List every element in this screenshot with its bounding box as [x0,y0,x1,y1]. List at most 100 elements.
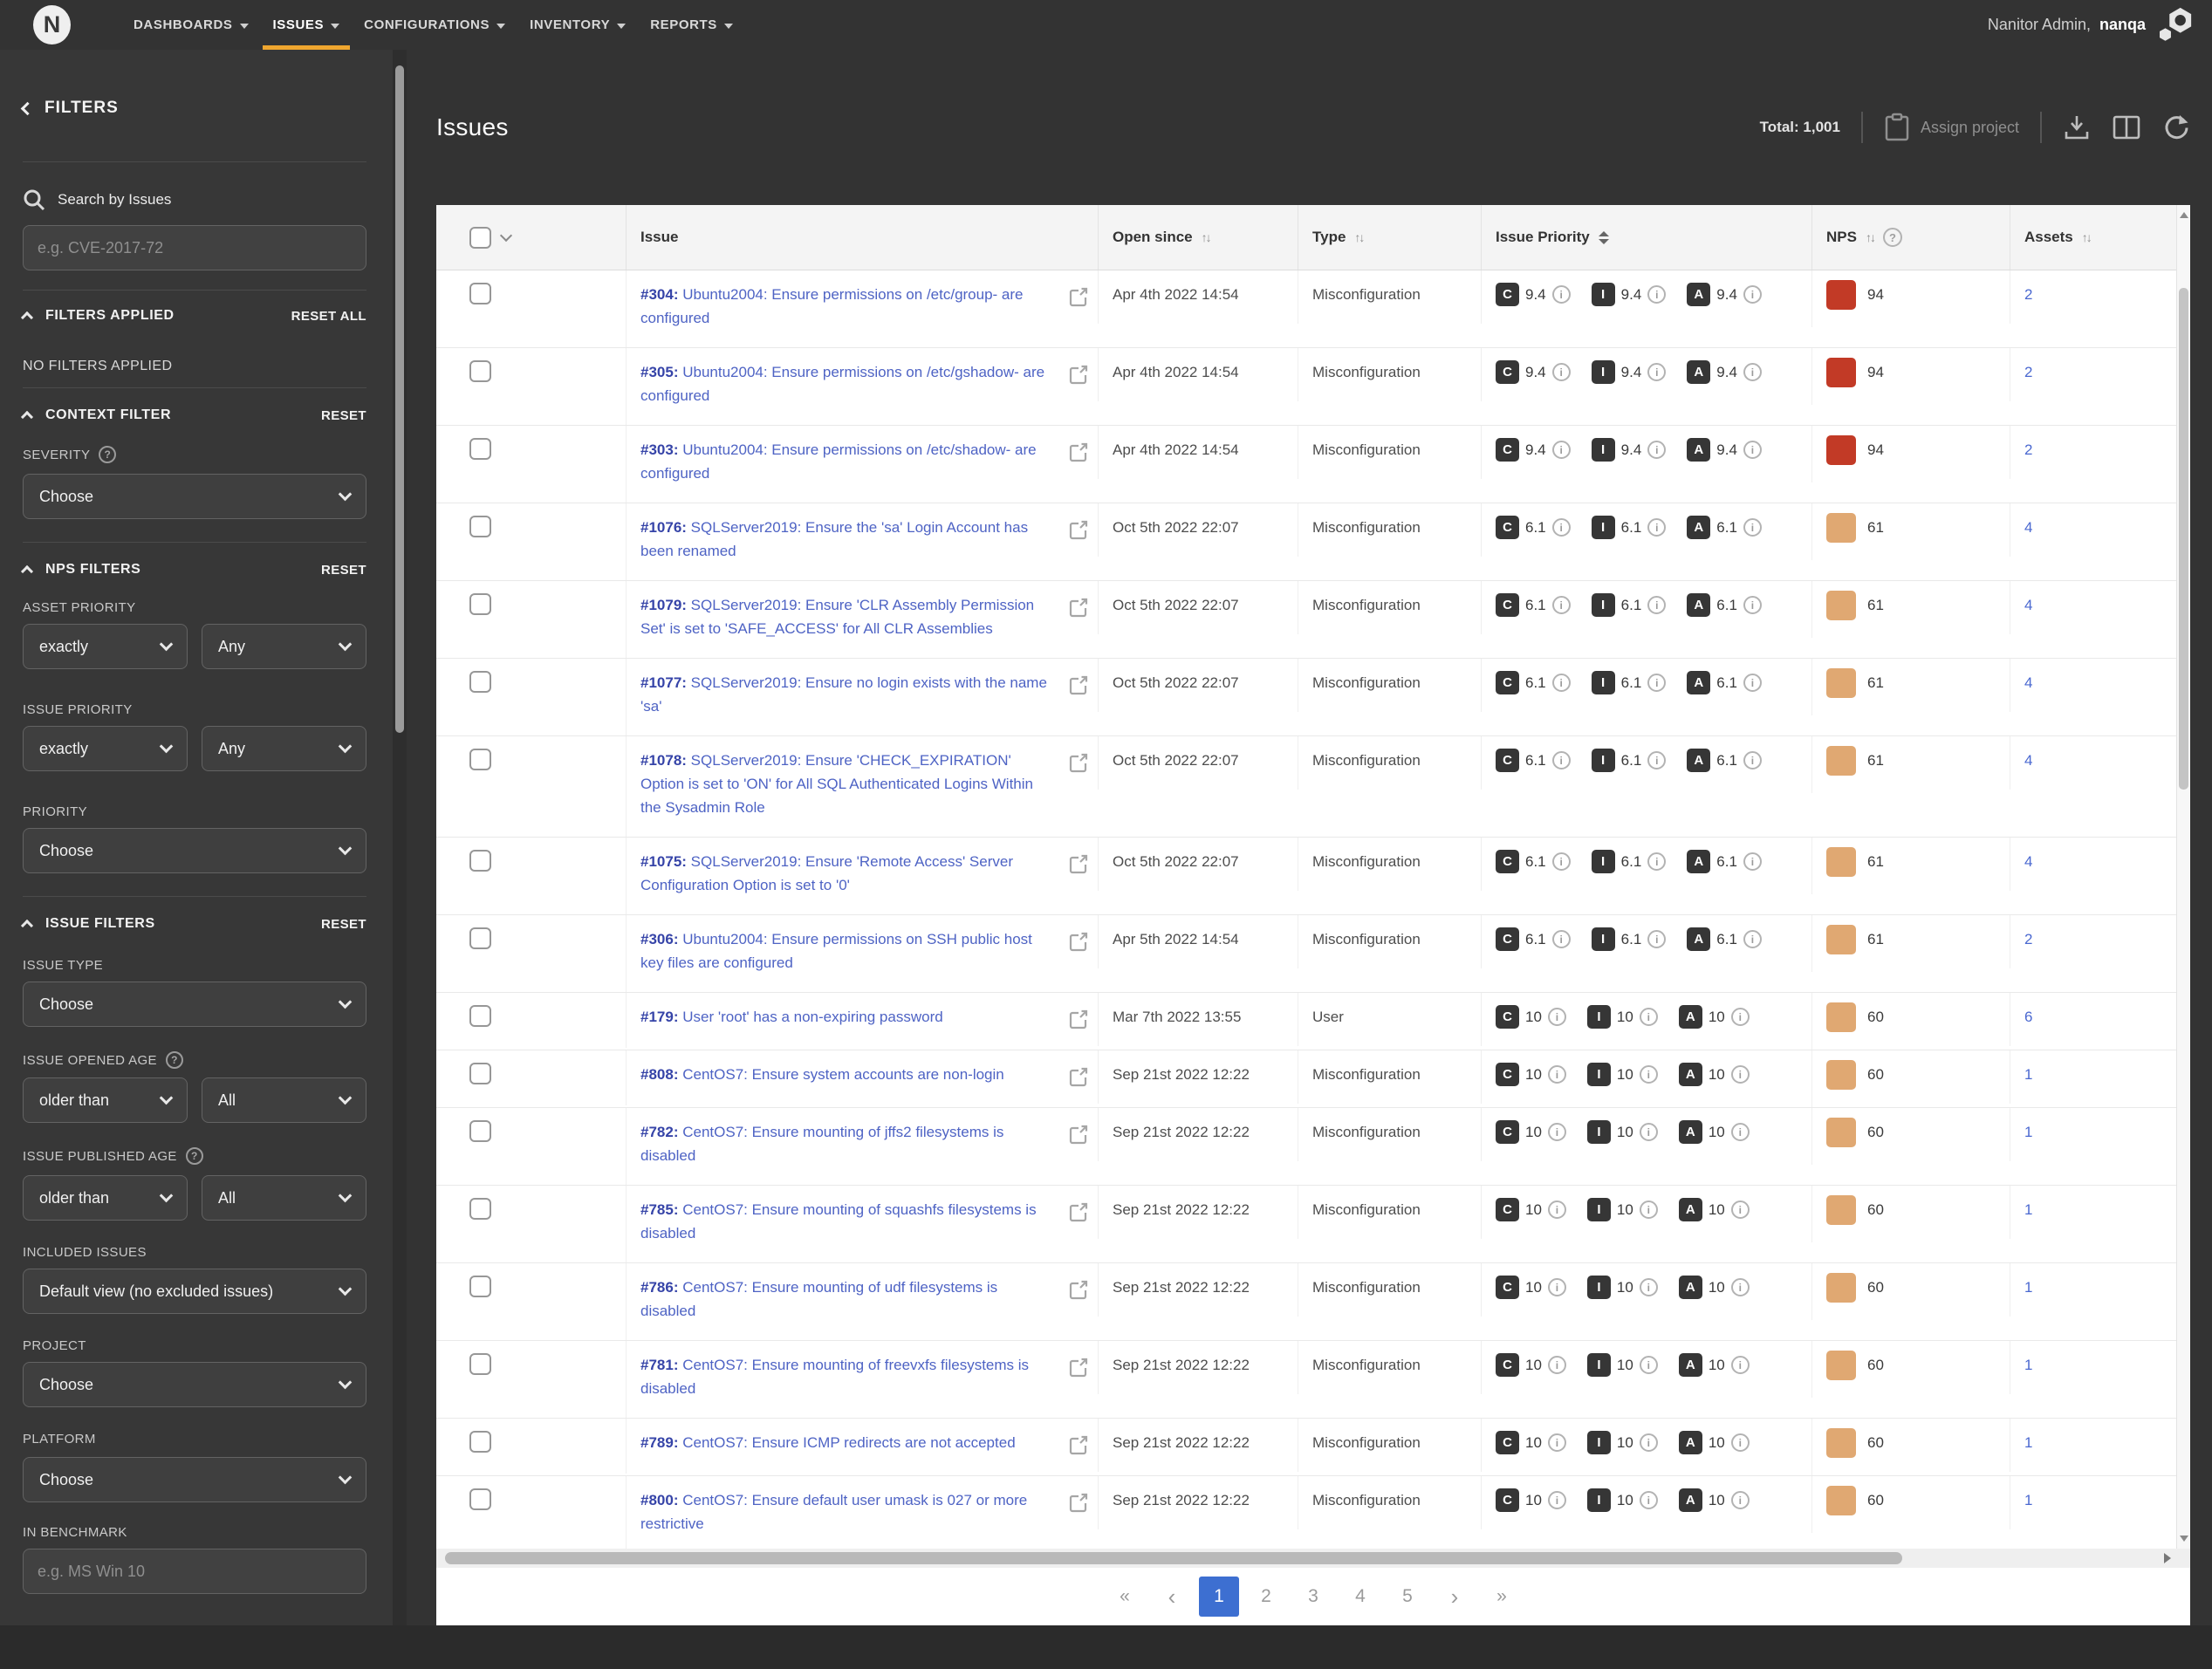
nav-item-configurations[interactable]: CONFIGURATIONS [352,0,517,50]
issue-link[interactable]: #179: User 'root' has a non-expiring pas… [640,1009,943,1025]
external-link-icon[interactable] [1059,1488,1098,1536]
collapse-icon[interactable] [20,410,34,424]
nav-item-inventory[interactable]: INVENTORY [517,0,638,50]
row-checkbox[interactable] [469,1276,491,1297]
issue-priority-value-select[interactable]: Any [202,726,366,771]
refresh-button[interactable] [2162,113,2190,141]
info-icon[interactable] [1639,1065,1658,1084]
row-checkbox[interactable] [469,1120,491,1142]
filters-collapse-button[interactable]: FILTERS [20,99,366,118]
issue-link[interactable]: #305: Ubuntu2004: Ensure permissions on … [640,364,1044,404]
row-checkbox[interactable] [469,850,491,872]
info-icon[interactable] [1551,518,1571,537]
help-icon[interactable] [99,446,117,463]
assets-link[interactable]: 2 [2024,286,2032,303]
info-icon[interactable] [1730,1200,1750,1219]
info-icon[interactable] [1551,852,1571,871]
prev-page-button[interactable] [1152,1577,1192,1617]
external-link-icon[interactable] [1059,1198,1098,1245]
help-icon[interactable] [165,1051,183,1069]
info-icon[interactable] [1639,1123,1658,1141]
assets-link[interactable]: 6 [2024,1009,2032,1025]
sort-icon[interactable] [1354,230,1363,244]
info-icon[interactable] [1743,751,1762,770]
scroll-down-arrow[interactable] [2180,1536,2188,1542]
sort-icon[interactable] [1202,230,1210,244]
info-icon[interactable] [1551,596,1571,614]
issue-link[interactable]: #800: CentOS7: Ensure default user umask… [640,1492,1027,1532]
last-page-button[interactable] [1482,1577,1522,1617]
row-checkbox[interactable] [469,927,491,949]
info-icon[interactable] [1547,1200,1566,1219]
horizontal-scrollbar-thumb[interactable] [445,1552,1902,1564]
nav-item-reports[interactable]: REPORTS [638,0,745,50]
info-icon[interactable] [1639,1356,1658,1374]
issue-link[interactable]: #781: CentOS7: Ensure mounting of freevx… [640,1357,1029,1397]
info-icon[interactable] [1730,1065,1750,1084]
brand-logo[interactable]: N [33,5,71,44]
sidebar-scrollbar-thumb[interactable] [395,65,404,733]
external-link-icon[interactable] [1059,850,1098,897]
context-reset-button[interactable]: RESET [321,408,366,423]
issue-link[interactable]: #303: Ubuntu2004: Ensure permissions on … [640,441,1037,482]
table-horizontal-scrollbar[interactable] [436,1549,2190,1568]
assets-link[interactable]: 2 [2024,931,2032,947]
project-select[interactable]: Choose [23,1362,366,1407]
external-link-icon[interactable] [1059,593,1098,640]
row-checkbox[interactable] [469,516,491,537]
info-icon[interactable] [1551,674,1571,692]
info-icon[interactable] [1647,518,1667,537]
first-page-button[interactable] [1105,1577,1145,1617]
next-page-button[interactable] [1435,1577,1475,1617]
info-icon[interactable] [1639,1008,1658,1026]
info-icon[interactable] [1547,1433,1566,1452]
external-link-icon[interactable] [1059,1005,1098,1030]
opened-age-op-select[interactable]: older than [23,1077,188,1123]
scroll-right-arrow[interactable] [2164,1553,2171,1563]
info-icon[interactable] [1547,1008,1566,1026]
info-icon[interactable] [1730,1491,1750,1509]
col-assets[interactable]: Assets [2024,229,2073,246]
info-icon[interactable] [1743,285,1762,304]
info-icon[interactable] [1647,751,1667,770]
info-icon[interactable] [1743,930,1762,948]
page-button-5[interactable]: 5 [1387,1577,1428,1617]
info-icon[interactable] [1551,751,1571,770]
severity-select[interactable]: Choose [23,474,366,519]
sidebar-scrollbar[interactable] [393,50,407,1625]
assets-link[interactable]: 4 [2024,853,2032,870]
assets-link[interactable]: 2 [2024,364,2032,380]
issue-link[interactable]: #1075: SQLServer2019: Ensure 'Remote Acc… [640,853,1013,893]
info-icon[interactable] [1551,441,1571,459]
info-icon[interactable] [1730,1278,1750,1296]
issue-link[interactable]: #1079: SQLServer2019: Ensure 'CLR Assemb… [640,597,1034,637]
col-type[interactable]: Type [1312,229,1346,246]
assets-link[interactable]: 1 [2024,1434,2032,1451]
info-icon[interactable] [1743,852,1762,871]
issue-link[interactable]: #782: CentOS7: Ensure mounting of jffs2 … [640,1124,1003,1164]
collapse-icon[interactable] [20,311,34,325]
collapse-icon[interactable] [20,564,34,578]
sort-icon[interactable] [1866,230,1874,244]
issue-link[interactable]: #786: CentOS7: Ensure mounting of udf fi… [640,1279,997,1319]
info-icon[interactable] [1743,518,1762,537]
info-icon[interactable] [1551,363,1571,381]
info-icon[interactable] [1547,1356,1566,1374]
external-link-icon[interactable] [1059,1276,1098,1323]
page-button-2[interactable]: 2 [1246,1577,1286,1617]
opened-age-value-select[interactable]: All [202,1077,366,1123]
table-vertical-scrollbar[interactable] [2176,205,2190,1549]
row-checkbox[interactable] [469,1063,491,1084]
info-icon[interactable] [1730,1123,1750,1141]
included-issues-select[interactable]: Default view (no excluded issues) [23,1269,366,1314]
row-checkbox[interactable] [469,671,491,693]
collapse-icon[interactable] [20,919,34,933]
search-input[interactable] [23,225,366,270]
asset-priority-value-select[interactable]: Any [202,624,366,669]
info-icon[interactable] [1743,441,1762,459]
info-icon[interactable] [1730,1356,1750,1374]
col-open-since[interactable]: Open since [1113,229,1193,246]
external-link-icon[interactable] [1059,1353,1098,1400]
info-icon[interactable] [1547,1491,1566,1509]
scroll-up-arrow[interactable] [2180,212,2188,218]
